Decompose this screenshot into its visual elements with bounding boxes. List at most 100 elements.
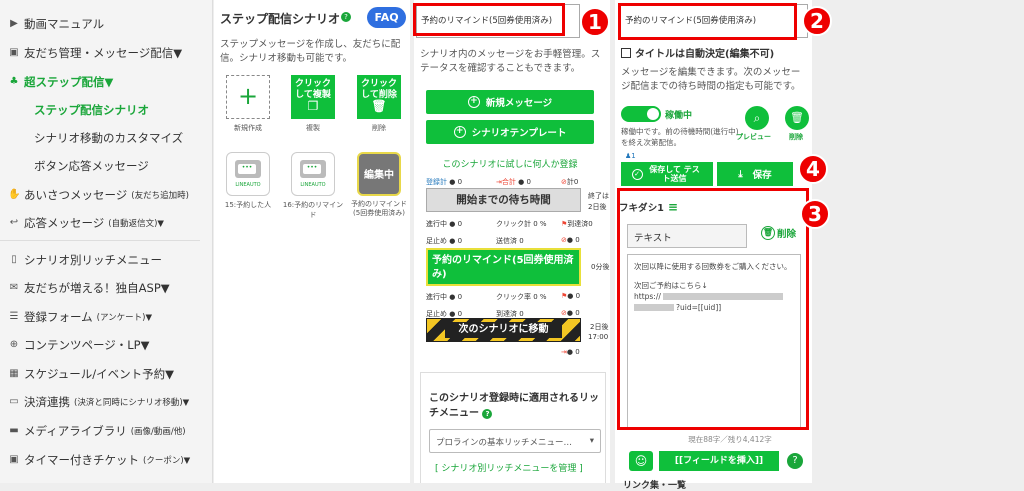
plus-circle-icon: +: [467, 96, 480, 108]
stat-value: 0: [457, 220, 463, 228]
save-and-test-button[interactable]: ✓ 保存して テスト送信: [621, 162, 713, 186]
scenario-card-label: 15:予約した人: [224, 201, 272, 209]
stat-value: 0 %: [533, 293, 547, 301]
stat-label: クリック率: [496, 293, 531, 301]
new-label: 新規作成: [234, 124, 262, 132]
stat-label: 到達済: [567, 220, 589, 228]
sidebar-item-super-step[interactable]: ♣ 超ステップ配信▼: [8, 74, 114, 90]
help-icon[interactable]: ?: [482, 409, 493, 419]
new-scenario-button[interactable]: +: [226, 75, 270, 119]
stat-label: 送信済: [496, 237, 517, 245]
annotation-badge-4: 4: [798, 154, 828, 184]
sidebar-item-media[interactable]: ▬ メディアライブラリ (画像/動画/他): [8, 423, 185, 439]
checkbox-icon: [621, 47, 631, 58]
sidebar-item-friends[interactable]: ▣ 友だち管理・メッセージ配信▼: [8, 45, 182, 61]
divider: [0, 240, 200, 241]
sidebar: ▶ 動画マニュアル ▣ 友だち管理・メッセージ配信▼ ♣ 超ステップ配信▼ ステップ配…: [0, 0, 213, 483]
calendar-icon: ▦: [9, 368, 19, 379]
scenario-card[interactable]: ••• LINEAUTO: [291, 152, 335, 196]
sidebar-item-rich-menu[interactable]: ▯ シナリオ別リッチメニュー: [8, 252, 162, 268]
save-button[interactable]: ⤓ 保存: [717, 162, 793, 186]
message-block[interactable]: 予約のリマインド(5回券使用済み): [426, 248, 581, 286]
sidebar-item-schedule[interactable]: ▦ スケジュール/イベント予約▼: [8, 366, 174, 382]
new-message-button[interactable]: + 新規メッセージ: [426, 90, 594, 114]
delete-label: 削除: [789, 133, 803, 141]
rich-menu-section: このシナリオ登録時に適用されるリッチメニュー ? プロラインの基本リッチメニュー…: [420, 372, 606, 483]
stat-value: 0: [575, 348, 580, 356]
insert-field-button[interactable]: [[フィールドを挿入]]: [659, 451, 779, 471]
help-icon[interactable]: ?: [787, 453, 803, 469]
globe-icon: ⊕: [9, 339, 19, 350]
help-icon[interactable]: ?: [341, 12, 351, 22]
hierarchy-icon: ♣: [9, 76, 19, 87]
sidebar-item-greeting[interactable]: ✋ あいさつメッセージ (友だち追加時): [8, 187, 189, 203]
stat-value: 0: [457, 237, 463, 245]
end-days: 2日後: [588, 203, 607, 211]
scenario-card[interactable]: ••• LINEAUTO: [226, 152, 270, 196]
annotation-badge-1: 1: [580, 7, 610, 37]
sidebar-item-video-manual[interactable]: ▶ 動画マニュアル: [8, 16, 104, 32]
stat-value: 0: [588, 220, 593, 228]
message-list-description: シナリオ内のメッセージをお手軽管理。ステータスを確認することもできます。: [420, 49, 601, 74]
sidebar-item-content[interactable]: ⊕ コンテンツページ・LP▼: [8, 337, 150, 353]
scenario-card-label: 16:予約のリマインド: [282, 201, 344, 219]
hand-icon: ✋: [8, 189, 21, 200]
stat-label: 足止め: [426, 237, 447, 245]
stat-block-value: 0: [573, 178, 579, 186]
stat-value: 0: [575, 309, 580, 317]
trash-icon: 🗑: [371, 99, 387, 113]
search-icon[interactable]: ⌕: [745, 106, 769, 130]
block-icon: ⊘: [561, 236, 567, 244]
phone-icon: ▯: [11, 254, 17, 265]
card-icon: ▭: [9, 396, 19, 407]
scenario-card-active[interactable]: 編集中: [357, 152, 401, 196]
chevron-down-icon: ▾: [589, 436, 594, 446]
sidebar-item-payment[interactable]: ▭ 決済連携 (決済と同時にシナリオ移動)▼: [8, 394, 189, 410]
active-toggle[interactable]: [621, 106, 661, 122]
auto-title-checkbox[interactable]: タイトルは自動決定(編集不可): [621, 45, 774, 60]
test-register-link[interactable]: このシナリオに試しに何人か登録: [426, 157, 594, 170]
flag-icon: ⚑: [561, 292, 568, 300]
trash-icon[interactable]: 🗑: [785, 106, 809, 130]
sidebar-item-form[interactable]: ☰ 登録フォーム (アンケート)▼: [8, 309, 152, 325]
template-button[interactable]: + シナリオテンプレート: [426, 120, 594, 144]
sidebar-item-scenario-move[interactable]: シナリオ移動のカスタマイズ: [34, 130, 183, 146]
emoji-icon[interactable]: ☺: [629, 451, 653, 471]
block-icon: ⊘: [561, 309, 567, 317]
stat-total-label: 合計: [501, 178, 516, 186]
sidebar-item-ticket[interactable]: ▣ タイマー付きチケット (クーポン)▼: [8, 452, 190, 468]
list-icon: ☰: [9, 311, 19, 322]
rich-menu-select[interactable]: プロラインの基本リッチメニュー… ▾: [429, 429, 601, 453]
start-wait-block[interactable]: 開始までの待ち時間: [426, 188, 581, 212]
stat-value: 0: [575, 236, 580, 244]
preview-label: プレビュー: [736, 133, 771, 141]
sidebar-item-asp[interactable]: ✉ 友だちが増える！独自ASP▼: [8, 280, 170, 296]
stat-total-value: 0: [526, 178, 531, 186]
copy-button[interactable]: クリックして複製 ❐: [291, 75, 335, 119]
stat-value: 0: [519, 237, 524, 245]
editor-description: メッセージを編集できます。次のメッセージ配信までの待ち時間の指定も可能です。: [621, 67, 801, 92]
scenario-panel: ステップ配信シナリオ ? FAQ ステップメッセージを作成し、友だちに配信。シナ…: [214, 0, 410, 483]
move-time: 17:00: [588, 333, 609, 341]
stat-reg-label: 登録計: [426, 178, 447, 186]
delete-button[interactable]: クリックして削除 🗑: [357, 75, 401, 119]
faq-button[interactable]: FAQ: [367, 7, 406, 28]
annotation-badge-2: 2: [802, 6, 832, 36]
delete-label: 削除: [372, 124, 386, 132]
rich-menu-manage-link[interactable]: [ シナリオ別リッチメニューを管理 ]: [435, 461, 605, 474]
scenario-move-block[interactable]: 次のシナリオに移動: [426, 318, 581, 342]
stat-value: 0 %: [533, 220, 547, 228]
download-icon: ⤓: [738, 168, 743, 180]
stat-label: 到達済: [496, 310, 517, 318]
annotation-badge-3: 3: [800, 199, 830, 229]
scenario-card-label: 予約のリマインド(5回券使用済み): [351, 200, 407, 217]
move-after: 2日後: [590, 323, 609, 331]
stat-label: 進行中: [426, 293, 447, 301]
sidebar-item-auto-reply[interactable]: ↩ 応答メッセージ (自動返信文)▼: [8, 215, 164, 231]
sidebar-item-button-reply[interactable]: ボタン応答メッセージ: [34, 158, 149, 174]
rich-menu-title: このシナリオ登録時に適用されるリッチメニュー ?: [429, 393, 599, 419]
annotation-box-3: [617, 188, 809, 430]
sidebar-item-step-scenario[interactable]: ステップ配信シナリオ: [34, 102, 149, 118]
gift-icon: ✉: [9, 282, 19, 293]
char-counter: 現在88字／残り4,412字: [688, 435, 772, 444]
